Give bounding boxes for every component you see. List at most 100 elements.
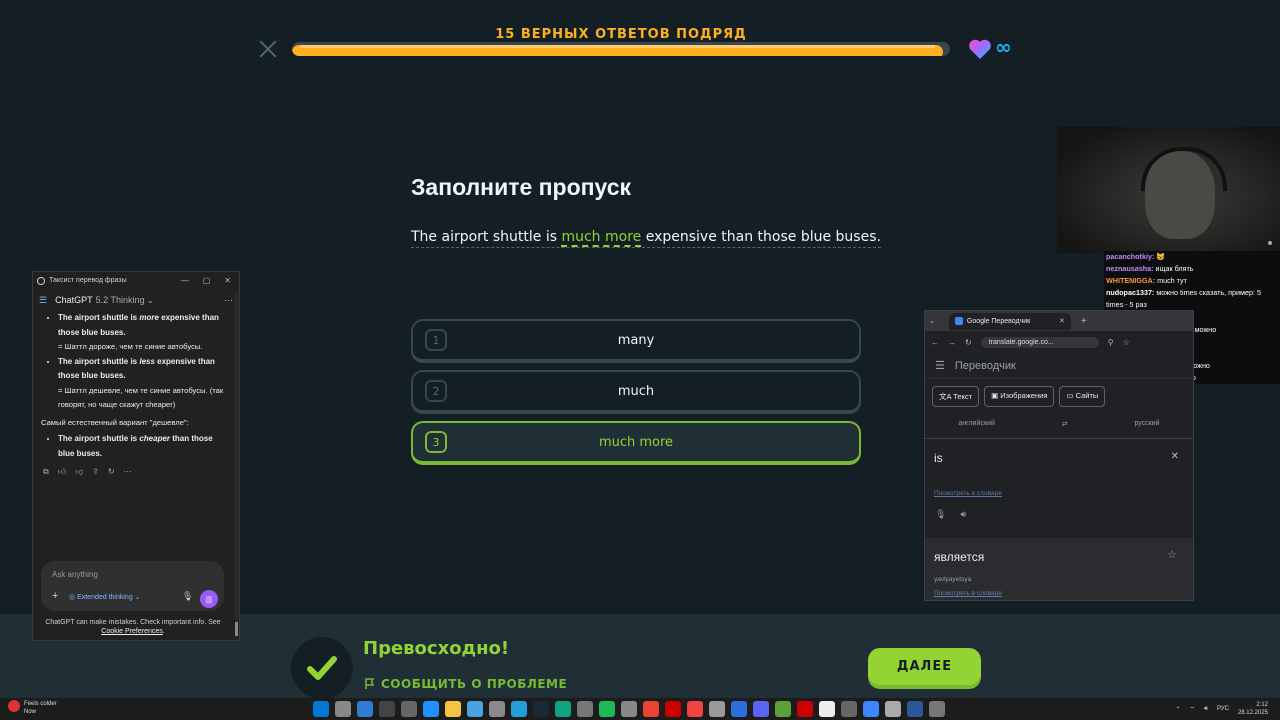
bookmark-star-icon[interactable]: ☆ bbox=[1123, 338, 1130, 347]
copy-icon[interactable]: ⧉ bbox=[43, 467, 49, 477]
close-tab-icon[interactable]: ✕ bbox=[1059, 317, 1065, 325]
target-language[interactable]: русский bbox=[1134, 420, 1159, 428]
taskbar-app-icon[interactable] bbox=[401, 701, 417, 717]
taskbar-app-icon[interactable] bbox=[621, 701, 637, 717]
chat-username: WHITENIGGA: bbox=[1106, 276, 1156, 286]
hearts-count: ∞ bbox=[995, 35, 1012, 59]
swap-languages-icon[interactable]: ⇄ bbox=[1062, 420, 1068, 428]
feedback-title: Превосходно! bbox=[363, 638, 510, 659]
voice-mode-icon[interactable]: ||| bbox=[200, 590, 218, 608]
taskbar-app-icon[interactable] bbox=[775, 701, 791, 717]
weather-widget[interactable]: Feels colder Now bbox=[8, 700, 57, 716]
taskbar-app-icon[interactable] bbox=[819, 701, 835, 717]
taskbar-app-icon[interactable] bbox=[929, 701, 945, 717]
tab-sites[interactable]: ▭ Сайты bbox=[1059, 386, 1106, 407]
taskbar-app-icon[interactable] bbox=[841, 701, 857, 717]
option-1[interactable]: 1 many bbox=[411, 319, 861, 363]
regenerate-icon[interactable]: ↻ bbox=[108, 467, 115, 477]
more-options-icon[interactable]: ⋯ bbox=[224, 295, 233, 306]
source-language[interactable]: английский bbox=[958, 420, 994, 428]
tray-chevron-icon[interactable]: ⌃ bbox=[1176, 706, 1181, 713]
share-icon[interactable]: ⇪ bbox=[92, 467, 99, 477]
tab-google-translate[interactable]: Google Переводчик ✕ bbox=[948, 312, 1071, 330]
taskbar-app-icon[interactable] bbox=[335, 701, 351, 717]
translator-header: ☰ Переводчик bbox=[925, 353, 1193, 379]
network-icon[interactable]: ⌔ bbox=[1190, 705, 1196, 713]
taskbar-app-icon[interactable] bbox=[489, 701, 505, 717]
taskbar-app-icon[interactable] bbox=[357, 701, 373, 717]
microphone-icon[interactable]: 🎙︎ bbox=[935, 509, 946, 520]
chat-text: 😺 bbox=[1154, 252, 1166, 261]
taskbar-app-icon[interactable] bbox=[643, 701, 659, 717]
microphone-icon[interactable]: 🎙︎ bbox=[182, 591, 193, 602]
back-icon[interactable]: ← bbox=[931, 338, 939, 347]
plus-icon[interactable]: + bbox=[52, 590, 58, 602]
chevron-down-icon[interactable]: ⌄ bbox=[146, 295, 154, 306]
taskbar-app-icon[interactable] bbox=[423, 701, 439, 717]
taskbar-app-icon[interactable] bbox=[467, 701, 483, 717]
chatgpt-header: ☰ ChatGPT 5.2 Thinking ⌄ ⋯ bbox=[33, 289, 239, 311]
chat-message: neznausasha: ищак блять bbox=[1104, 263, 1280, 276]
close-lesson-icon[interactable] bbox=[259, 40, 277, 58]
window-title: Таксист перевод фразы bbox=[49, 277, 127, 284]
close-icon[interactable]: ✕ bbox=[224, 276, 231, 285]
taskbar-app-icon[interactable] bbox=[577, 701, 593, 717]
streamer-silhouette bbox=[1141, 147, 1227, 239]
model-version[interactable]: 5.2 Thinking bbox=[96, 295, 145, 305]
forward-icon[interactable]: → bbox=[948, 338, 956, 347]
taskbar-app-icon[interactable] bbox=[709, 701, 725, 717]
more-icon[interactable]: ⋯ bbox=[124, 467, 132, 477]
prompt-input[interactable]: Ask anything + ◎ Extended thinking ⌄ 🎙︎ … bbox=[41, 561, 224, 611]
chatgpt-logo-icon bbox=[37, 276, 45, 285]
option-2[interactable]: 2 much bbox=[411, 370, 861, 414]
taskbar-app-icon[interactable] bbox=[907, 701, 923, 717]
taskbar-app-icon[interactable] bbox=[533, 701, 549, 717]
taskbar-app-icon[interactable] bbox=[313, 701, 329, 717]
chat-text: ищак блять bbox=[1153, 264, 1194, 274]
reload-icon[interactable]: ↻ bbox=[965, 338, 972, 347]
dictionary-link[interactable]: Посмотреть в словаре bbox=[934, 490, 1002, 497]
tab-images[interactable]: ▣ Изображения bbox=[984, 386, 1055, 407]
taskbar-app-icon[interactable] bbox=[445, 701, 461, 717]
sidebar-toggle-icon[interactable]: ☰ bbox=[39, 295, 47, 306]
tab-text[interactable]: 文A Текст bbox=[932, 386, 980, 407]
dictionary-link[interactable]: Посмотреть в словаре bbox=[934, 590, 1002, 597]
volume-icon[interactable]: 🔊︎ bbox=[1204, 706, 1208, 713]
input-language[interactable]: РУС bbox=[1217, 706, 1229, 712]
cookie-preferences-link[interactable]: Cookie Preferences bbox=[101, 628, 162, 635]
taskbar-app-icon[interactable] bbox=[379, 701, 395, 717]
model-name[interactable]: ChatGPT bbox=[55, 295, 93, 305]
taskbar-app-icon[interactable] bbox=[797, 701, 813, 717]
clock[interactable]: 2:12 28.12.2025 bbox=[1238, 701, 1268, 717]
thumbs-down-icon[interactable]: 👎︎ bbox=[75, 467, 83, 477]
source-text[interactable]: is bbox=[934, 451, 943, 465]
new-tab-icon[interactable]: + bbox=[1081, 316, 1087, 327]
translation-result: является ☆ yavlyayetsya Посмотреть в сло… bbox=[925, 538, 1193, 600]
speaker-icon[interactable]: 🔊︎ bbox=[960, 509, 966, 520]
taskbar-app-icon[interactable] bbox=[753, 701, 769, 717]
source-text-area[interactable]: is ✕ Посмотреть в словаре 🎙︎ 🔊︎ bbox=[925, 438, 1193, 538]
menu-icon[interactable]: ☰ bbox=[935, 359, 945, 372]
extended-thinking-toggle[interactable]: ◎ Extended thinking ⌄ bbox=[69, 593, 141, 601]
taskbar-app-icon[interactable] bbox=[555, 701, 571, 717]
report-problem-link[interactable]: СООБЩИТЬ О ПРОБЛЕМЕ bbox=[364, 677, 567, 691]
thumbs-up-icon[interactable]: 👍︎ bbox=[58, 467, 66, 477]
tab-list-icon[interactable]: ⌄ bbox=[929, 317, 935, 325]
save-translation-star-icon[interactable]: ☆ bbox=[1167, 548, 1177, 561]
option-3[interactable]: 3 much more bbox=[411, 421, 861, 465]
maximize-icon[interactable]: ▢ bbox=[203, 276, 211, 285]
next-button[interactable]: ДАЛЕЕ bbox=[868, 648, 981, 685]
taskbar-app-icon[interactable] bbox=[731, 701, 747, 717]
minimize-icon[interactable]: — bbox=[181, 276, 189, 285]
scrollbar[interactable] bbox=[235, 292, 238, 637]
language-selector: английский ⇄ русский bbox=[925, 414, 1193, 438]
taskbar-app-icon[interactable] bbox=[665, 701, 681, 717]
url-field[interactable]: translate.google.co... bbox=[980, 336, 1099, 348]
taskbar-app-icon[interactable] bbox=[511, 701, 527, 717]
clear-text-icon[interactable]: ✕ bbox=[1171, 451, 1179, 462]
zoom-icon[interactable]: ⚲ bbox=[1108, 338, 1114, 347]
taskbar-app-icon[interactable] bbox=[863, 701, 879, 717]
taskbar-app-icon[interactable] bbox=[687, 701, 703, 717]
taskbar-app-icon[interactable] bbox=[885, 701, 901, 717]
taskbar-app-icon[interactable] bbox=[599, 701, 615, 717]
